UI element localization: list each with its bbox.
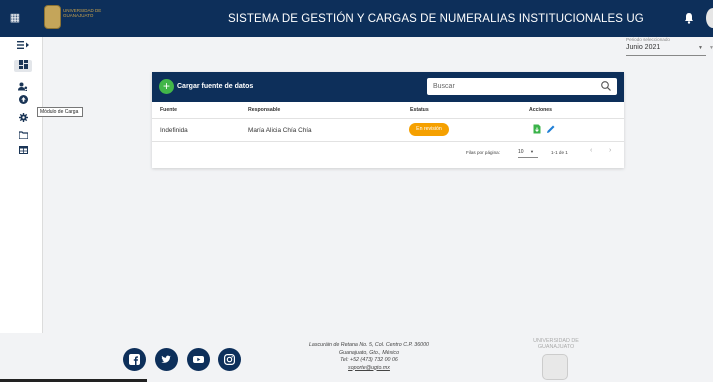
rows-per-page-value: 10 [518,149,524,155]
upload-module-icon[interactable] [14,95,32,107]
university-logo [44,5,61,29]
search-box[interactable] [427,78,617,95]
university-seal-icon [542,354,568,380]
search-input[interactable] [433,81,593,92]
bell-icon[interactable] [684,12,694,24]
dashboard-icon[interactable] [14,60,32,72]
top-app-bar: ▦ UNIVERSIDAD DE GUANAJUATO SISTEMA DE G… [0,0,713,37]
rows-per-page-label: Filas por página: [466,150,500,155]
youtube-icon[interactable] [187,348,210,371]
support-email-link[interactable]: soporte@ugto.mx [296,365,442,373]
avatar[interactable] [706,8,713,28]
header-divider [152,118,624,119]
column-header-acciones: Acciones [529,107,553,113]
logo-text: UNIVERSIDAD DE GUANAJUATO [63,8,102,18]
column-header-responsable: Responsable [248,107,281,113]
period-value: Junio 2021 [626,44,661,51]
phone-text: Tel: +52 (473) 732 00 06 [340,357,398,363]
footer-address: Lascuráin de Retana No. 5, Col. Centro C… [296,342,442,372]
twitter-icon[interactable] [155,348,178,371]
card-header: + Cargar fuente de datos [152,72,624,102]
period-underline [626,55,706,56]
chevron-down-icon: ▼ [698,45,703,51]
address-line1: Lascuráin de Retana No. 5, Col. Centro C… [308,342,430,348]
chevron-left-icon[interactable]: ‹ [590,147,592,154]
column-header-fuente: Fuente [160,107,178,113]
users-icon[interactable] [14,82,32,94]
grid-menu-icon[interactable]: ▦ [8,11,22,25]
sidebar [0,37,43,333]
collapse-menu-icon[interactable] [14,40,32,52]
folder-icon[interactable] [14,130,32,142]
settings-icon[interactable] [14,113,32,125]
row-divider [152,141,624,142]
page-title: SISTEMA DE GESTIÓN Y CARGAS DE NUMERALIA… [228,13,644,25]
file-download-icon[interactable] [532,124,542,134]
status-badge: En revisión [409,123,449,136]
chevron-right-icon[interactable]: › [609,147,611,154]
cell-responsable: María Alicia Chía Chía [248,127,312,134]
table-icon[interactable] [14,145,32,157]
footer-university-name: UNIVERSIDAD DE GUANAJUATO [533,338,579,350]
edit-pencil-icon[interactable] [546,124,556,134]
address-line2: Guanajuato, Gto., México [338,349,400,356]
search-icon[interactable] [600,80,612,92]
pagination-range: 1-1 de 1 [551,150,568,155]
column-header-estatus: Estatus [410,107,429,113]
rows-per-page-select[interactable]: 10 ▼ [518,147,538,158]
add-icon[interactable]: + [159,79,174,94]
instagram-icon[interactable] [218,348,241,371]
chevron-down-icon: ▼ [530,149,534,154]
sidebar-tooltip: Módulo de Carga [37,107,83,117]
period-selector[interactable]: Periodo seleccionado Junio 2021 ▼ [624,36,706,56]
cell-fuente: Indefinida [160,127,188,134]
chevron-down-icon[interactable]: ▼ [709,45,713,51]
data-sources-card: + Cargar fuente de datos Fuente Responsa… [152,72,624,168]
facebook-icon[interactable] [123,348,146,371]
period-label: Periodo seleccionado [626,37,670,42]
add-source-button[interactable]: Cargar fuente de datos [177,83,253,90]
